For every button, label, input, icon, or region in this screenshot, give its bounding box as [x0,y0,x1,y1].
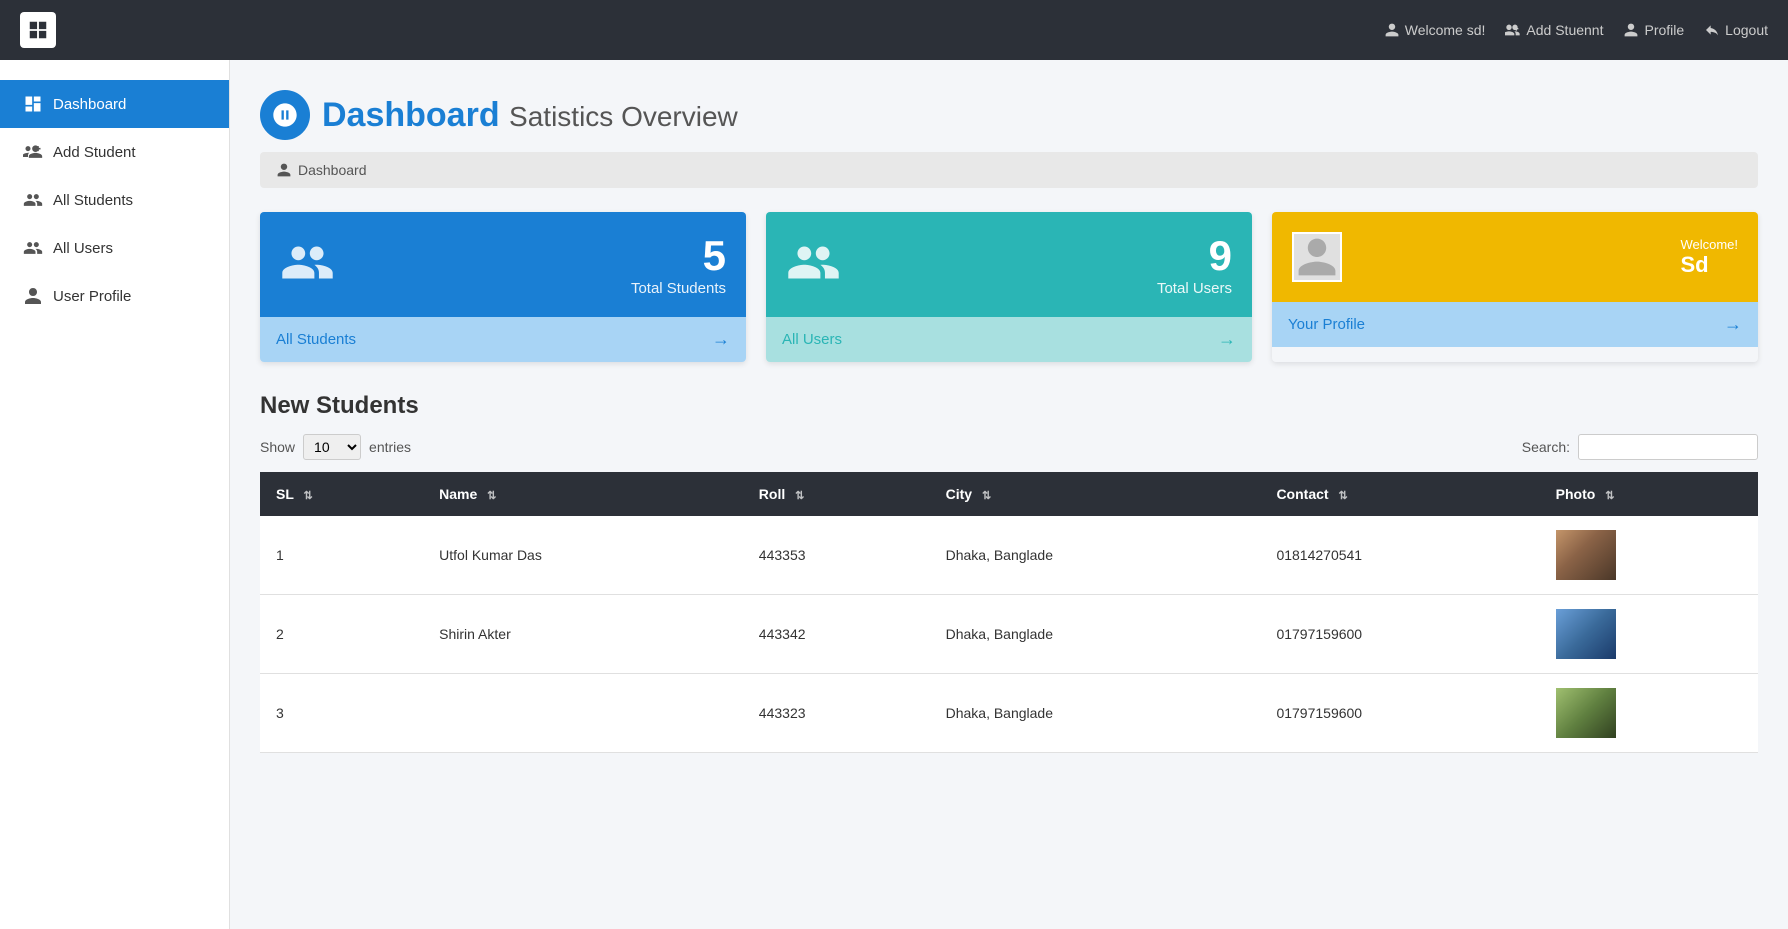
all-students-link[interactable]: All Students [276,331,356,348]
col-sl[interactable]: SL ⇅ [260,472,423,516]
sidebar-item-all-users-label: All Users [53,240,113,257]
cell-name [423,674,743,753]
cell-photo [1540,674,1758,753]
users-stat-value: 9 Total Users [1157,232,1232,297]
table-header-row: SL ⇅ Name ⇅ Roll ⇅ City ⇅ Contact ⇅ Phot… [260,472,1758,516]
students-table: SL ⇅ Name ⇅ Roll ⇅ City ⇅ Contact ⇅ Phot… [260,472,1758,753]
page-title: Dashboard Satistics Overview [322,96,738,134]
layout: Dashboard Add Student All Students All U… [0,60,1788,929]
welcome-user[interactable]: Welcome sd! [1384,22,1486,38]
sidebar-item-dashboard-label: Dashboard [53,96,126,113]
arrow-icon-profile: → [1724,314,1742,335]
arrow-icon-users: → [1218,329,1236,350]
cell-contact: 01797159600 [1260,595,1539,674]
stat-card-bottom-users[interactable]: All Users → [766,317,1252,362]
sidebar-item-add-student[interactable]: Add Student [0,128,229,176]
logout-nav[interactable]: Logout [1704,22,1768,38]
welcome-text: Welcome! Sd [1680,237,1738,278]
col-contact[interactable]: Contact ⇅ [1260,472,1539,516]
all-users-link[interactable]: All Users [782,331,842,348]
col-photo[interactable]: Photo ⇅ [1540,472,1758,516]
cell-city: Dhaka, Banglade [930,516,1261,595]
your-profile-link[interactable]: Your Profile [1288,316,1365,333]
sidebar-item-user-profile-label: User Profile [53,288,131,305]
cell-sl: 3 [260,674,423,753]
col-city[interactable]: City ⇅ [930,472,1261,516]
cell-sl: 1 [260,516,423,595]
stat-card-top-users: 9 Total Users [766,212,1252,317]
students-icon [280,235,335,295]
cell-photo [1540,595,1758,674]
sidebar-item-all-students-label: All Students [53,192,133,209]
brand [20,12,56,48]
add-student-nav[interactable]: Add Stuennt [1505,22,1603,38]
navbar-right: Welcome sd! Add Stuennt Profile Logout [1384,22,1768,38]
sidebar-item-all-users[interactable]: All Users [0,224,229,272]
page-title-group: Dashboard Satistics Overview [322,96,738,135]
sidebar-item-all-students[interactable]: All Students [0,176,229,224]
profile-nav[interactable]: Profile [1623,22,1684,38]
cell-sl: 2 [260,595,423,674]
search-input[interactable] [1578,434,1758,460]
cell-roll: 443342 [743,595,930,674]
sidebar-item-user-profile[interactable]: User Profile [0,272,229,320]
dashboard-icon [23,94,43,114]
stat-card-users: 9 Total Users All Users → [766,212,1252,362]
cell-photo [1540,516,1758,595]
navbar: Welcome sd! Add Stuennt Profile Logout [0,0,1788,60]
page-header-icon [260,90,310,140]
section-title: New Students [260,392,1758,420]
table-row: 1 Utfol Kumar Das 443353 Dhaka, Banglade… [260,516,1758,595]
user-profile-icon [23,286,43,306]
sidebar: Dashboard Add Student All Students All U… [0,60,230,929]
sidebar-item-dashboard[interactable]: Dashboard [0,80,229,128]
add-student-icon [23,142,43,162]
stat-card-profile: Welcome! Sd Your Profile → [1272,212,1758,362]
table-row: 2 Shirin Akter 443342 Dhaka, Banglade 01… [260,595,1758,674]
stat-card-students: 5 Total Students All Students → [260,212,746,362]
table-row: 3 443323 Dhaka, Banglade 01797159600 [260,674,1758,753]
cell-roll: 443353 [743,516,930,595]
stats-row: 5 Total Students All Students → [260,212,1758,362]
stat-card-bottom-students[interactable]: All Students → [260,317,746,362]
cell-contact: 01797159600 [1260,674,1539,753]
cell-name: Shirin Akter [423,595,743,674]
table-controls: Show 10 25 50 100 entries Search: [260,434,1758,460]
entries-select[interactable]: 10 25 50 100 [303,434,361,460]
cell-name: Utfol Kumar Das [423,516,743,595]
cell-city: Dhaka, Banglade [930,595,1261,674]
stat-card-top-students: 5 Total Students [260,212,746,317]
stat-card-top-profile: Welcome! Sd [1272,212,1758,302]
page-header: Dashboard Satistics Overview [260,90,1758,140]
users-icon [786,235,841,295]
students-stat-value: 5 Total Students [631,232,726,297]
cell-contact: 01814270541 [1260,516,1539,595]
cell-city: Dhaka, Banglade [930,674,1261,753]
main-content: Dashboard Satistics Overview Dashboard [230,60,1788,929]
all-users-icon [23,238,43,258]
search-box: Search: [1522,434,1758,460]
stat-card-bottom-profile[interactable]: Your Profile → [1272,302,1758,347]
all-students-icon [23,190,43,210]
col-name[interactable]: Name ⇅ [423,472,743,516]
new-students-section: New Students Show 10 25 50 100 entries S… [260,392,1758,753]
avatar [1292,232,1342,282]
arrow-icon: → [712,329,730,350]
sidebar-item-add-student-label: Add Student [53,144,136,161]
cell-roll: 443323 [743,674,930,753]
breadcrumb: Dashboard [260,152,1758,188]
brand-icon [20,12,56,48]
col-roll[interactable]: Roll ⇅ [743,472,930,516]
show-entries: Show 10 25 50 100 entries [260,434,411,460]
